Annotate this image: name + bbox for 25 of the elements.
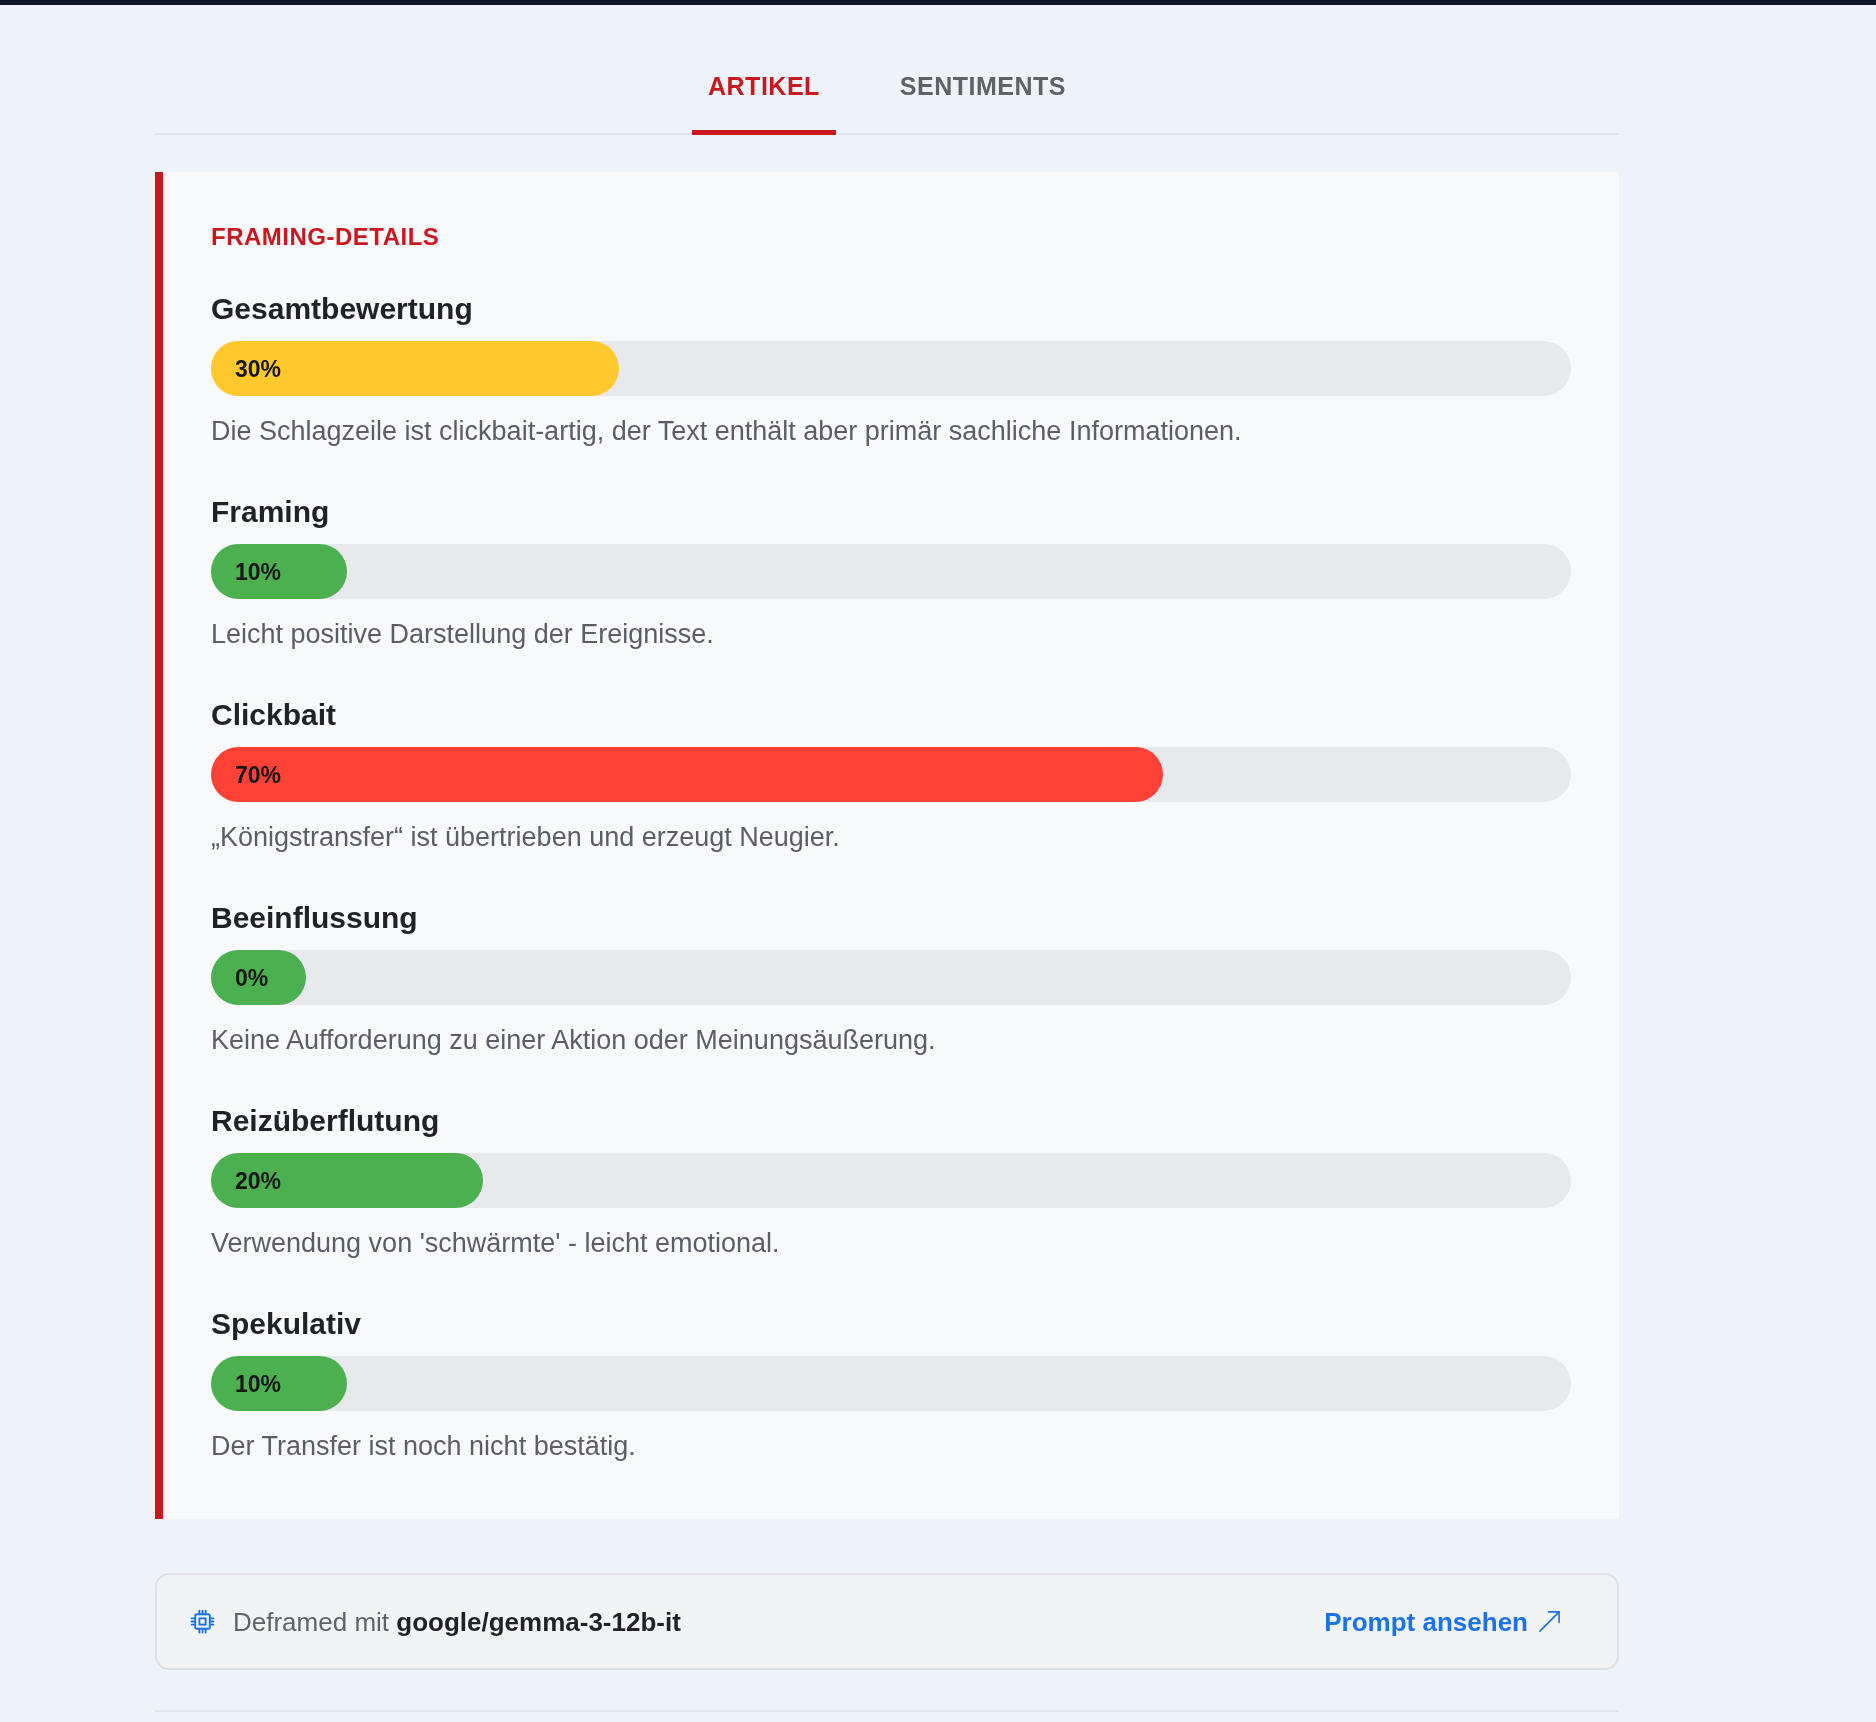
- metric-description: Die Schlagzeile ist clickbait-artig, der Text enthält aber primär sachliche Informationen.: [211, 416, 1243, 446]
- metric-description: Keine Aufforderung zu einer Aktion oder Meinungsäußerung.: [211, 1025, 937, 1055]
- tab[interactable]: ARTIKEL: [692, 45, 836, 135]
- metric-name: Reizüberflutung: [211, 1103, 441, 1138]
- chip-icon: [190, 1609, 215, 1634]
- metric-description: „Königstransfer“ ist übertrieben und erzeugt Neugier.: [211, 822, 841, 852]
- metric-description: Leicht positive Darstellung der Ereignisse.: [211, 619, 715, 649]
- metric-description: Der Transfer ist noch nicht bestätig.: [211, 1431, 637, 1461]
- model-info-text: Deframed mit google/gemma-3-12b-it: [233, 1606, 681, 1637]
- percent-label: 30%: [235, 355, 282, 382]
- metric-name: Framing: [211, 494, 331, 529]
- metric-name: Gesamtbewertung: [211, 291, 474, 326]
- percent-label: 20%: [235, 1167, 282, 1194]
- section-heading: FRAMING-DETAILS: [211, 222, 441, 252]
- metric-description: Verwendung von 'schwärmte' - leicht emotional.: [211, 1228, 781, 1258]
- percent-label: 70%: [235, 761, 282, 788]
- prompt-link[interactable]: Prompt ansehen: [1324, 1606, 1561, 1637]
- metric-name: Beeinflussung: [211, 900, 419, 935]
- metric-name: Spekulativ: [211, 1306, 363, 1341]
- percent-label: 10%: [235, 558, 282, 585]
- percent-label: 10%: [235, 1370, 282, 1397]
- percent-label: 0%: [235, 964, 269, 991]
- arrow-icon: [1538, 1610, 1561, 1633]
- tab[interactable]: SENTIMENTS: [883, 45, 1082, 135]
- metric-name: Clickbait: [211, 697, 338, 732]
